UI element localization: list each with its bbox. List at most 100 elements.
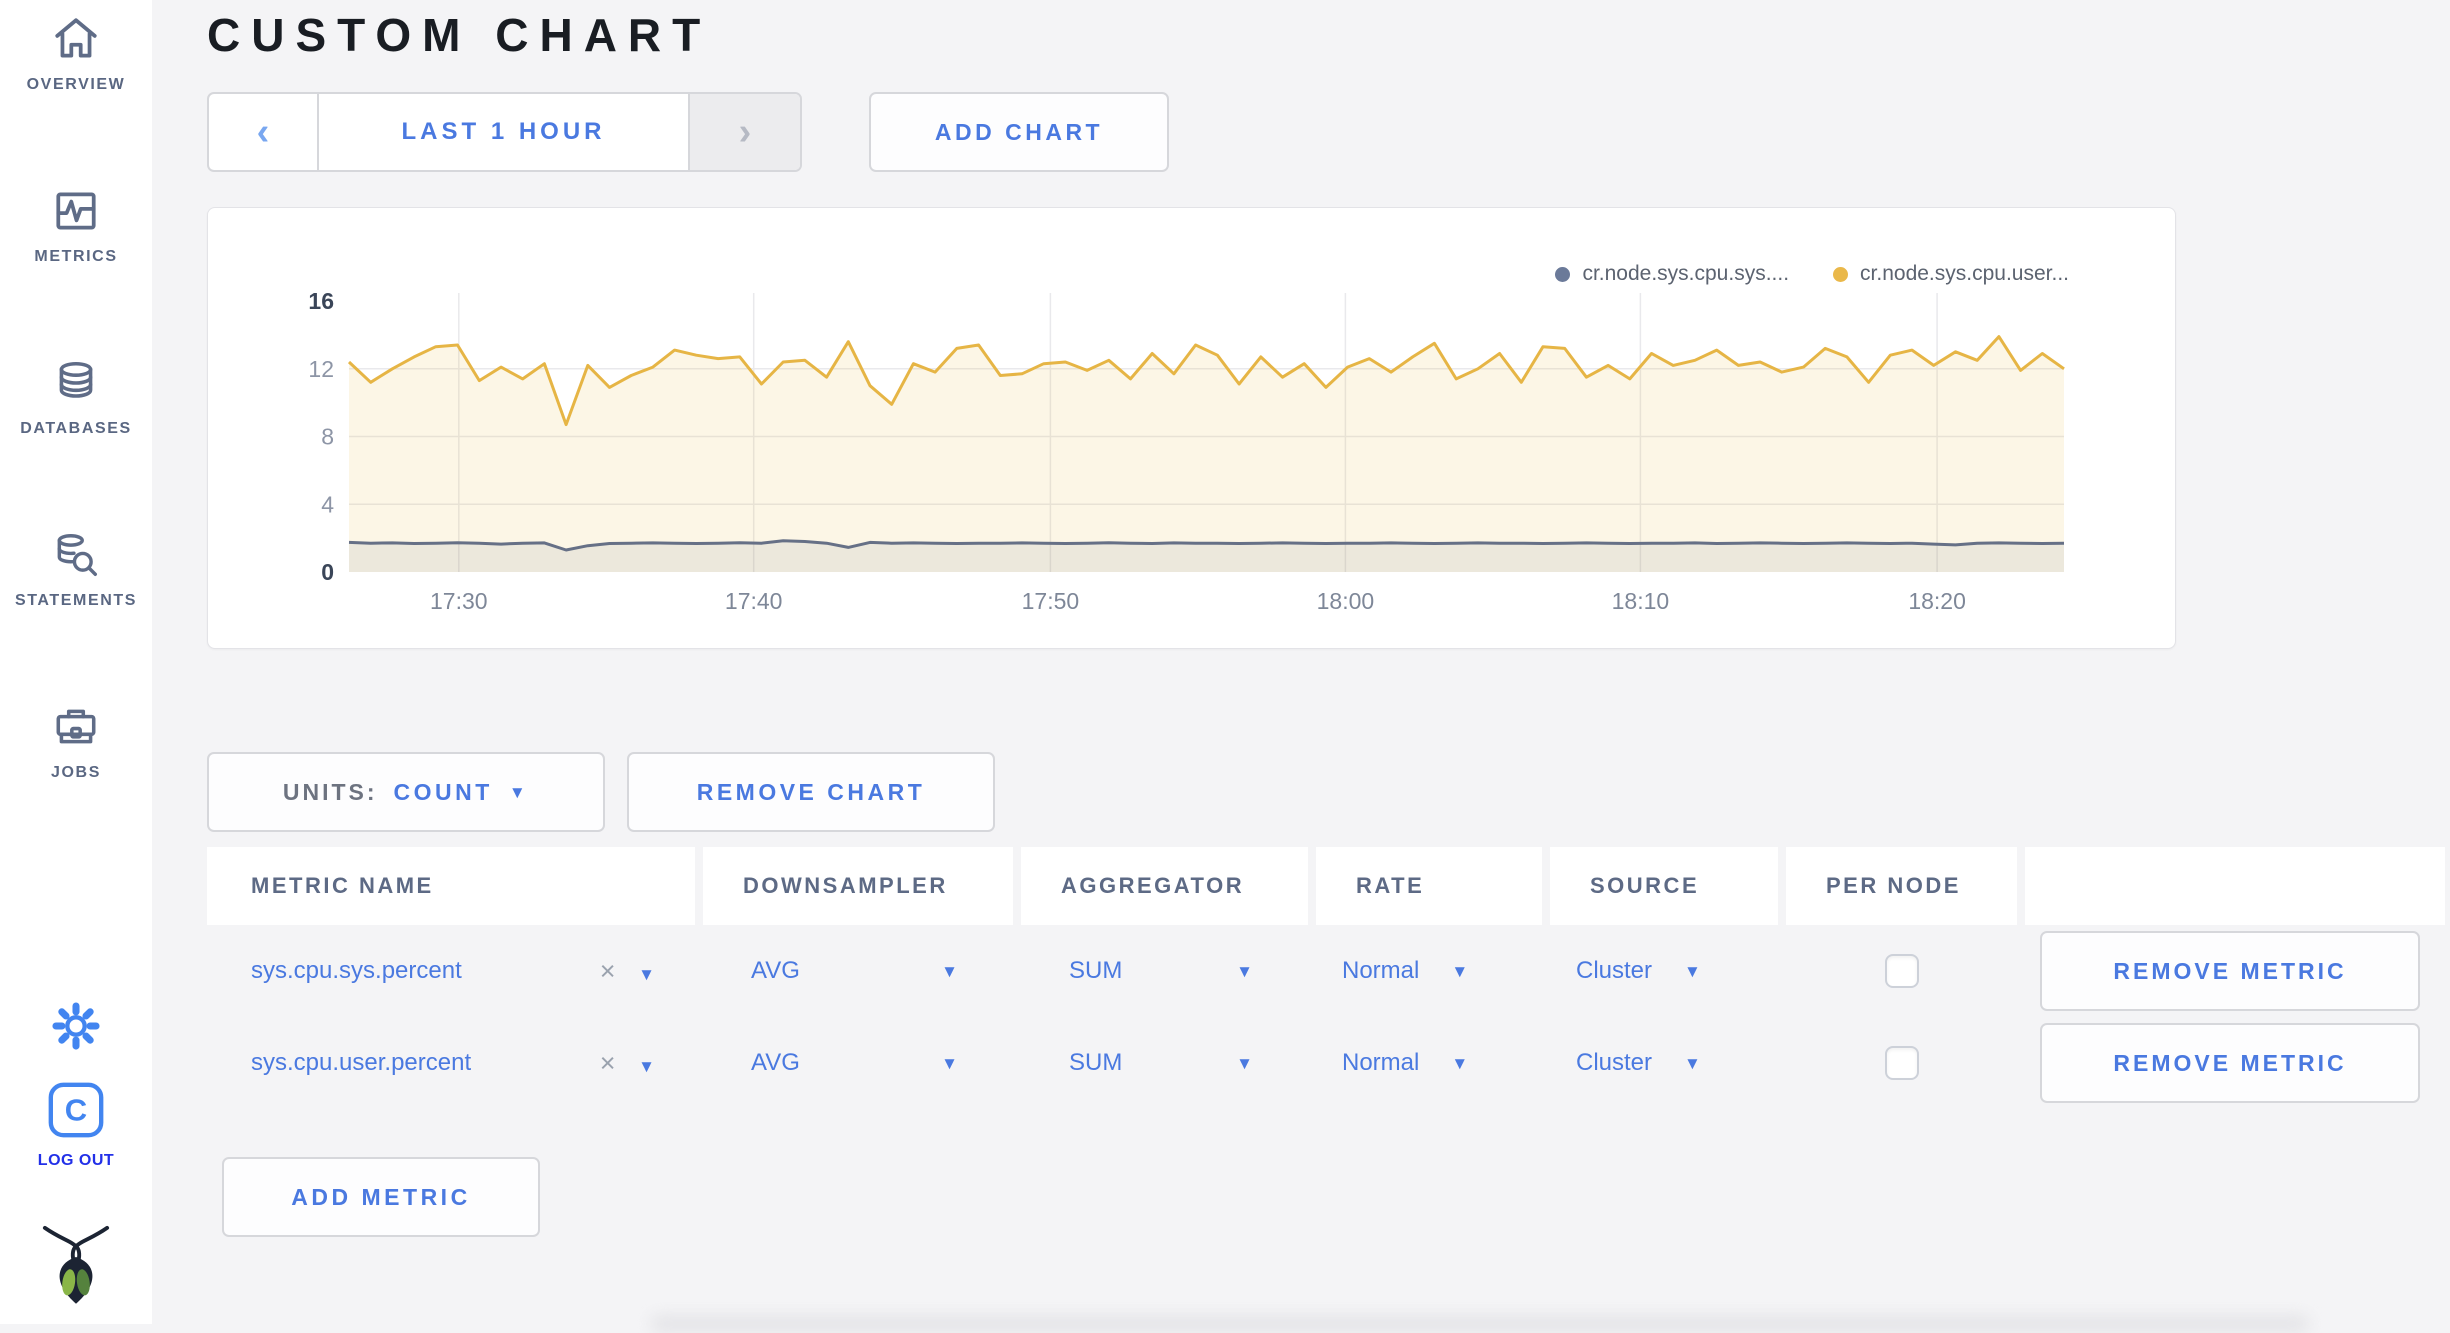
svg-text:C: C: [65, 1093, 87, 1128]
source-value: Cluster: [1576, 1049, 1653, 1076]
svg-text:17:30: 17:30: [430, 588, 488, 614]
legend-dot-user: [1833, 266, 1849, 282]
metric-name: sys.cpu.sys.percent: [251, 957, 462, 984]
caret-down-icon: ▼: [941, 961, 958, 981]
metric-row: sys.cpu.sys.percent × ▼ AVG ▼ SUM ▼ Norm…: [207, 925, 2445, 1017]
col-header-actions: [2025, 847, 2445, 925]
sidebar-item-label: DATABASES: [20, 420, 132, 437]
logout-label: LOG OUT: [37, 1152, 115, 1169]
settings-button[interactable]: [50, 1000, 102, 1057]
per-node-checkbox[interactable]: [1884, 1046, 1919, 1080]
svg-text:18:10: 18:10: [1612, 588, 1670, 614]
chart-controls: UNITS: COUNT ▼ REMOVE CHART: [207, 752, 2450, 832]
col-header-aggregator: AGGREGATOR: [1021, 847, 1308, 925]
metric-select[interactable]: sys.cpu.sys.percent × ▼: [207, 925, 695, 1017]
downsampler-value: AVG: [751, 957, 800, 984]
gear-icon: [50, 1002, 102, 1056]
caret-down-icon: ▼: [941, 1053, 958, 1073]
svg-text:17:50: 17:50: [1022, 588, 1080, 614]
svg-text:18:20: 18:20: [1908, 588, 1966, 614]
col-header-per-node: PER NODE: [1786, 847, 2017, 925]
remove-chart-button[interactable]: REMOVE CHART: [627, 752, 995, 832]
actions-cell: REMOVE METRIC: [2025, 925, 2445, 1017]
sidebar-item-overview[interactable]: OVERVIEW: [0, 0, 152, 172]
units-label: UNITS:: [282, 778, 378, 805]
chevron-right-icon: ›: [738, 110, 752, 153]
source-value: Cluster: [1576, 957, 1653, 984]
per-node-cell: [1786, 925, 2017, 1017]
col-header-metric-name: METRIC NAME: [207, 847, 695, 925]
per-node-cell: [1786, 1017, 2017, 1109]
sidebar-item-label: OVERVIEW: [26, 76, 126, 93]
page-title: CUSTOM CHART: [207, 9, 712, 61]
database-icon: [51, 358, 101, 408]
col-header-downsampler: DOWNSAMPLER: [703, 847, 1013, 925]
svg-text:16: 16: [308, 288, 334, 314]
time-range-dropdown[interactable]: LAST 1 HOUR: [319, 94, 688, 170]
caret-down-icon: ▼: [1236, 961, 1253, 981]
svg-text:17:40: 17:40: [725, 588, 783, 614]
legend-item[interactable]: cr.node.sys.cpu.sys....: [1555, 262, 1789, 286]
units-dropdown[interactable]: UNITS: COUNT ▼: [207, 752, 605, 832]
aggregator-select[interactable]: SUM ▼: [1021, 1017, 1308, 1109]
svg-text:18:00: 18:00: [1317, 588, 1375, 614]
caret-down-icon: ▼: [1236, 1053, 1253, 1073]
caret-down-icon: ▼: [638, 1056, 655, 1076]
metric-row: sys.cpu.user.percent × ▼ AVG ▼ SUM ▼ Nor…: [207, 1017, 2445, 1109]
col-header-source: SOURCE: [1550, 847, 1778, 925]
time-range-selector: ‹ LAST 1 HOUR ›: [207, 92, 802, 172]
main-content: CUSTOM CHART ‹ LAST 1 HOUR › ADD CHART 1…: [152, 0, 2450, 1324]
legend-dot-sys: [1555, 266, 1571, 282]
downsampler-select[interactable]: AVG ▼: [703, 925, 1013, 1017]
time-range-prev-button[interactable]: ‹: [209, 94, 319, 170]
rate-value: Normal: [1342, 957, 1420, 984]
toolbar: ‹ LAST 1 HOUR › ADD CHART: [207, 92, 2450, 172]
cockroach-bug-icon: [41, 1225, 111, 1310]
sidebar-item-label: METRICS: [34, 248, 118, 265]
caret-down-icon: ▼: [1451, 961, 1469, 981]
rate-select[interactable]: Normal ▼: [1316, 1017, 1542, 1109]
source-select[interactable]: Cluster ▼: [1550, 925, 1778, 1017]
col-header-rate: RATE: [1316, 847, 1542, 925]
cockroachdb-logo[interactable]: [41, 1212, 111, 1311]
sidebar-item-label: JOBS: [51, 764, 101, 781]
source-select[interactable]: Cluster ▼: [1550, 1017, 1778, 1109]
metrics-icon: [51, 186, 101, 236]
sidebar-item-label: STATEMENTS: [14, 592, 138, 609]
logout-button[interactable]: C LOG OUT: [38, 1079, 114, 1170]
chevron-left-icon: ‹: [256, 110, 270, 153]
sidebar: OVERVIEW METRICS DATABASES STATEMENTS JO…: [0, 0, 152, 1324]
aggregator-select[interactable]: SUM ▼: [1021, 925, 1308, 1017]
home-icon: [51, 14, 101, 64]
clear-metric-icon[interactable]: ×: [600, 956, 616, 986]
units-value: COUNT: [393, 778, 493, 805]
downsampler-value: AVG: [751, 1049, 800, 1076]
add-metric-button[interactable]: ADD METRIC: [222, 1157, 540, 1237]
sidebar-item-databases[interactable]: DATABASES: [0, 344, 152, 516]
time-range-next-button[interactable]: ›: [688, 94, 800, 170]
caret-down-icon: ▼: [1684, 1053, 1701, 1073]
sidebar-item-statements[interactable]: STATEMENTS: [0, 516, 152, 688]
sidebar-item-jobs[interactable]: JOBS: [0, 688, 152, 860]
metric-select[interactable]: sys.cpu.user.percent × ▼: [207, 1017, 695, 1109]
aggregator-value: SUM: [1069, 957, 1123, 984]
briefcase-icon: [51, 702, 101, 752]
statements-icon: [51, 530, 101, 580]
clear-metric-icon[interactable]: ×: [600, 1048, 616, 1078]
per-node-checkbox[interactable]: [1884, 954, 1919, 988]
add-chart-button[interactable]: ADD CHART: [869, 92, 1169, 172]
caret-down-icon: ▼: [508, 782, 530, 802]
sidebar-item-metrics[interactable]: METRICS: [0, 172, 152, 344]
chart-legend: cr.node.sys.cpu.sys.... cr.node.sys.cpu.…: [1555, 262, 2069, 286]
svg-text:8: 8: [321, 424, 334, 450]
remove-metric-button[interactable]: REMOVE METRIC: [2040, 931, 2420, 1011]
legend-item[interactable]: cr.node.sys.cpu.user...: [1833, 262, 2069, 286]
remove-metric-button[interactable]: REMOVE METRIC: [2040, 1023, 2420, 1103]
rate-select[interactable]: Normal ▼: [1316, 925, 1542, 1017]
legend-label: cr.node.sys.cpu.user...: [1860, 262, 2069, 285]
rate-value: Normal: [1342, 1049, 1420, 1076]
svg-text:4: 4: [321, 491, 334, 517]
metrics-table-header: METRIC NAME DOWNSAMPLER AGGREGATOR RATE …: [207, 847, 2445, 925]
legend-label: cr.node.sys.cpu.sys....: [1582, 262, 1790, 285]
downsampler-select[interactable]: AVG ▼: [703, 1017, 1013, 1109]
